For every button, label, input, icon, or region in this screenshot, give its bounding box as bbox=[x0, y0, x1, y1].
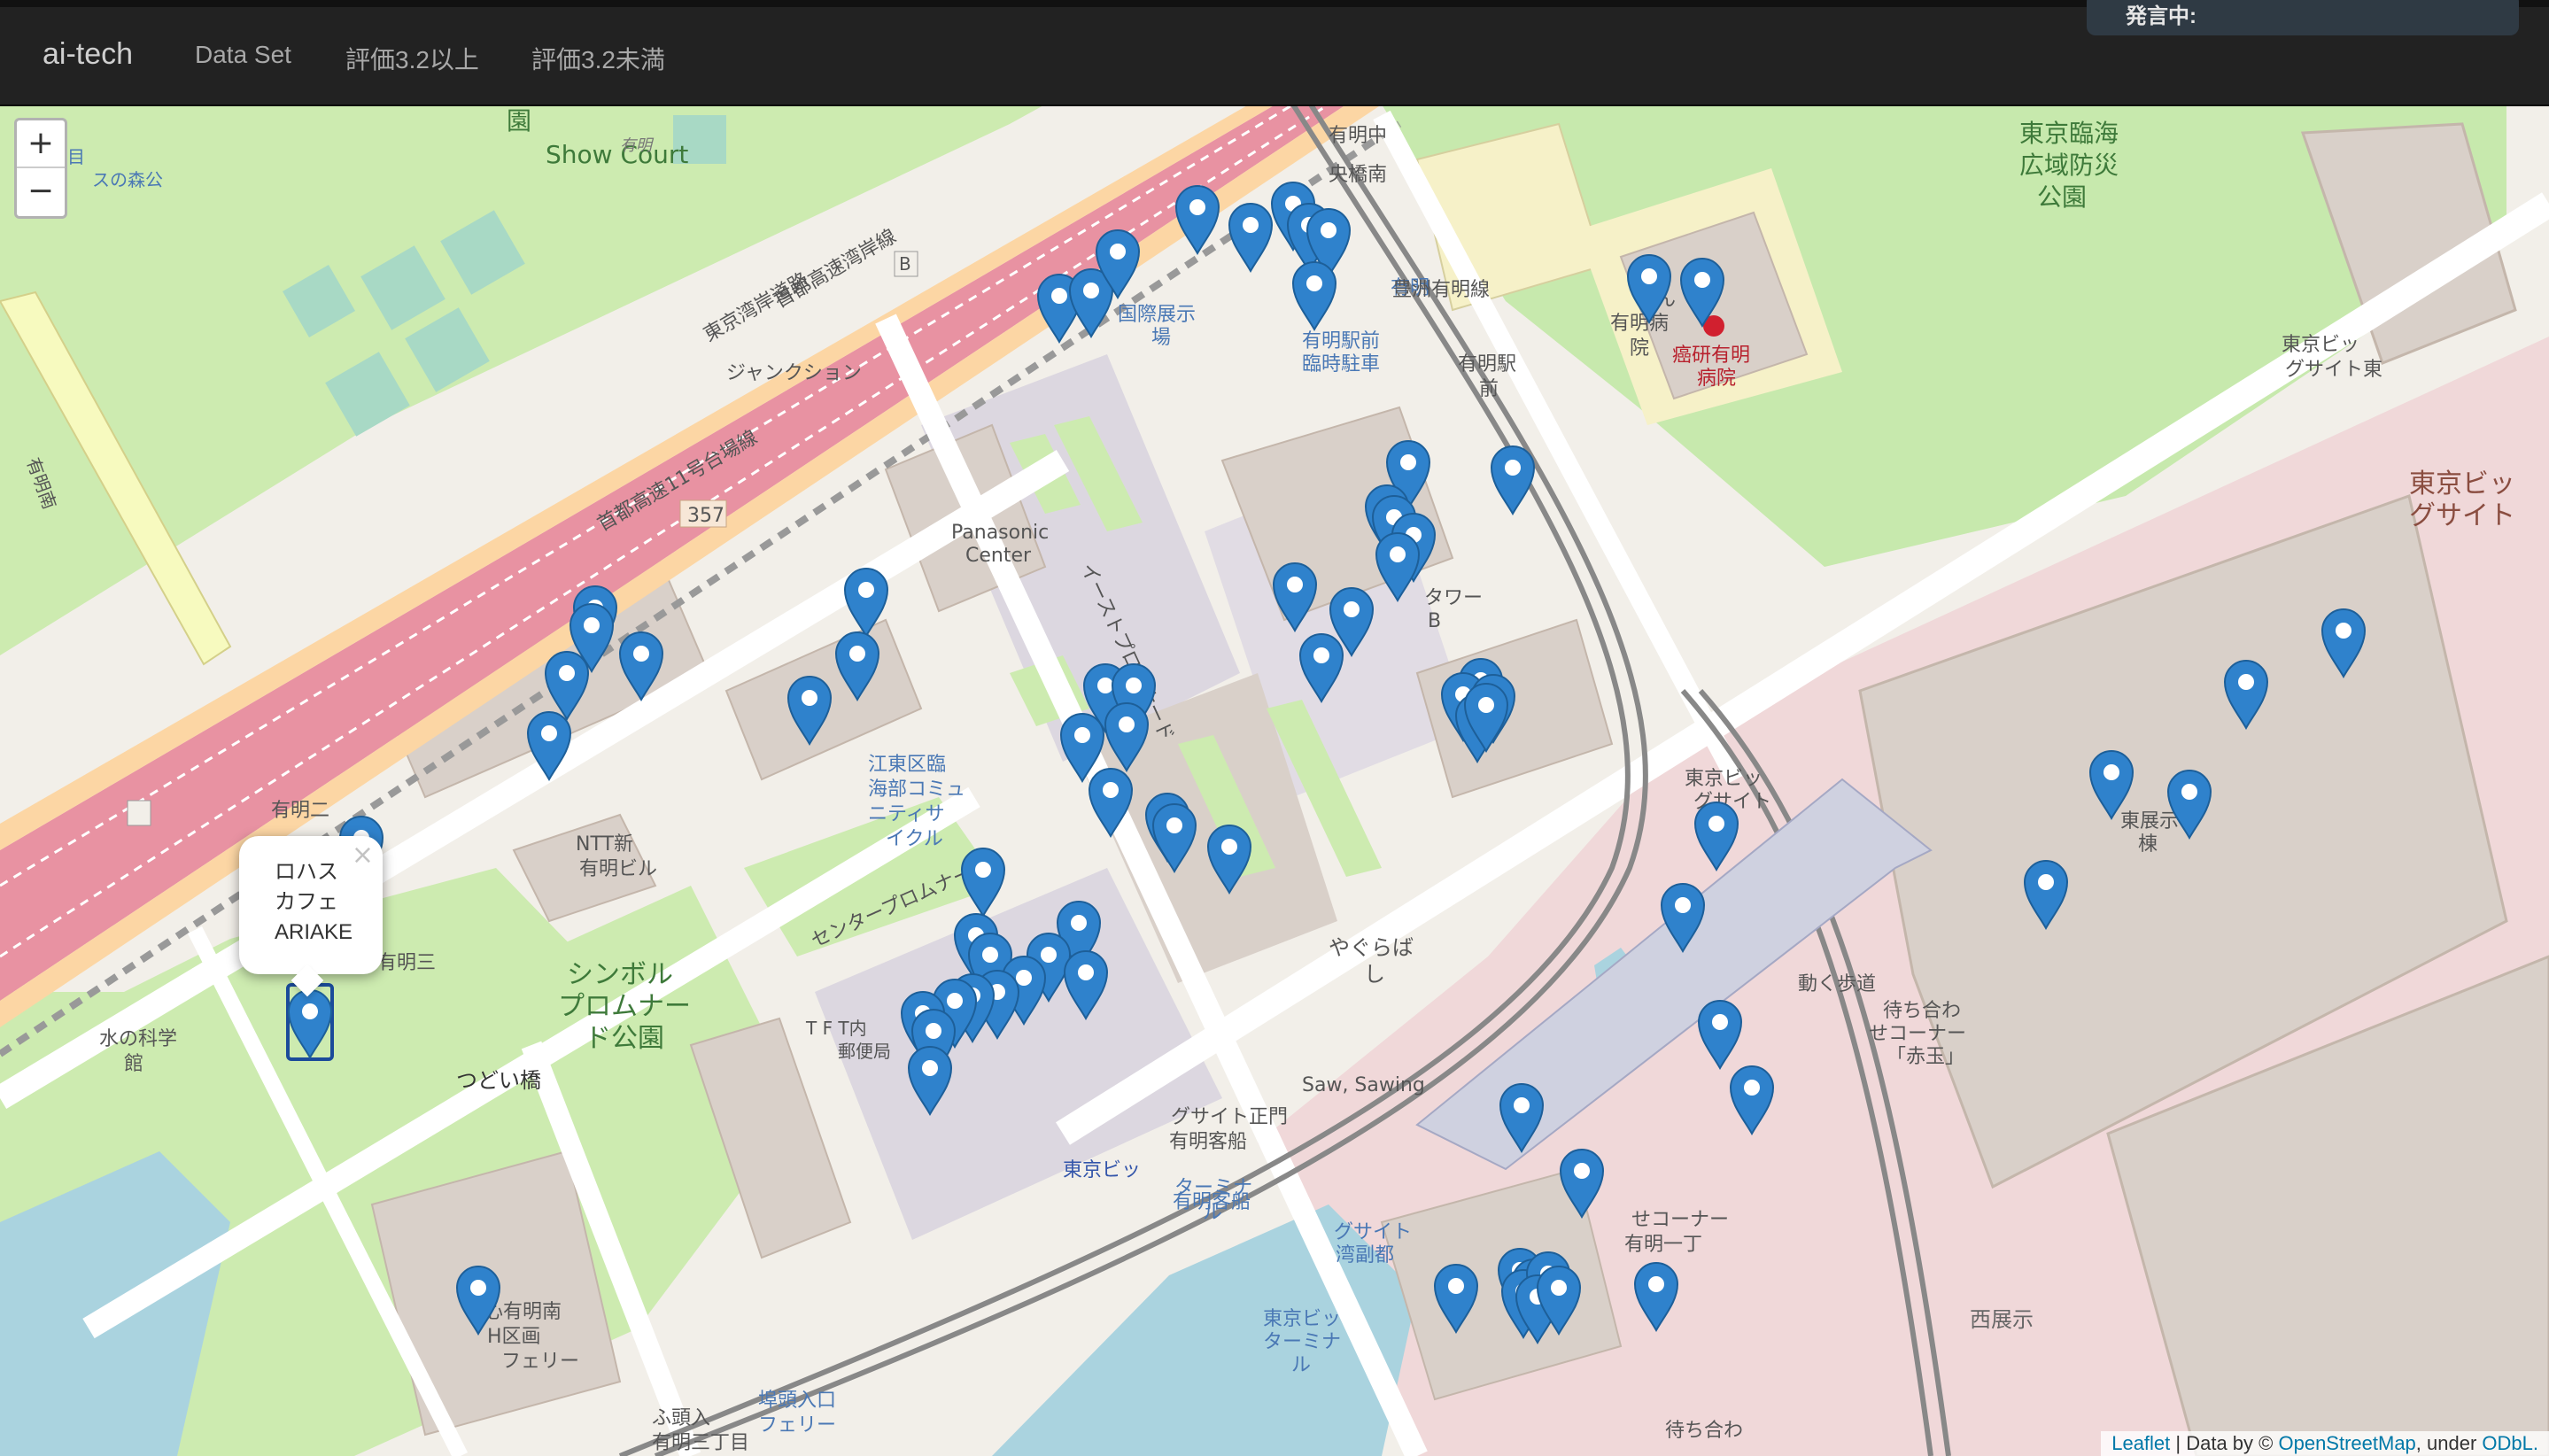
label-ariake-st2: 有明駅 bbox=[1458, 353, 1516, 376]
label-panasonic: Panasonic bbox=[951, 522, 1049, 544]
label-passenger2: ターミナ bbox=[1263, 1331, 1341, 1353]
speaking-indicator: 発言中: bbox=[2087, 0, 2519, 35]
label-west-hall: 待ち合わ bbox=[1665, 1420, 1743, 1442]
label-water-science2: 館 bbox=[124, 1053, 143, 1075]
label-koto3: ニティサ bbox=[868, 803, 945, 825]
label-park-building2: B bbox=[1428, 610, 1441, 632]
label-tft: T F T内 bbox=[805, 1018, 867, 1039]
label-yagura: やぐらば bbox=[1329, 935, 1414, 960]
label-passenger-b: 東京ビッ bbox=[1263, 1308, 1341, 1330]
label-meet-w1: せコーナー bbox=[1631, 1209, 1729, 1231]
label-saw: Saw, Sawing bbox=[1302, 1074, 1425, 1096]
label-main-gate: グサイト正門 bbox=[1171, 1106, 1288, 1128]
marker-popup: × ロハス カフェ ARIAKE bbox=[239, 836, 383, 997]
label-chuo2: 央橋南 bbox=[1329, 164, 1387, 186]
label-koto1: 江東区臨 bbox=[868, 754, 946, 776]
label-parking: 有明駅前 bbox=[1302, 330, 1380, 352]
zoom-control: + − bbox=[14, 118, 67, 219]
nav-link-rating-low[interactable]: 評価3.2未満 bbox=[531, 41, 665, 76]
nav-link-rating-high[interactable]: 評価3.2以上 bbox=[345, 41, 479, 76]
label-ntt2: 有明ビル bbox=[579, 858, 657, 880]
label-east-hall: 東展示 bbox=[2120, 810, 2179, 833]
label-route-357: 357 bbox=[687, 505, 724, 527]
brand-link[interactable]: ai-tech bbox=[43, 37, 133, 72]
attribution-text: | Data by © bbox=[2170, 1432, 2279, 1454]
label-ariake-jct: ジャンクション bbox=[726, 362, 862, 384]
label-meet3: 「赤玉」 bbox=[1887, 1046, 1964, 1068]
map-container[interactable]: 東京臨海 広域防災 公園 東京ビッ グサイト ジャンクション 東京湾岸道路 首都… bbox=[0, 105, 2549, 1456]
label-passenger: 有明客船 bbox=[1173, 1191, 1251, 1213]
label-ferry2: フェリー bbox=[758, 1414, 836, 1437]
label-symbol2: プロムナー bbox=[558, 991, 691, 1022]
map-attribution: Leaflet | Data by © OpenStreetMap, under… bbox=[2101, 1431, 2549, 1456]
label-cancer-hospital: 癌研有明 bbox=[1672, 345, 1750, 367]
osm-link[interactable]: OpenStreetMap bbox=[2278, 1432, 2415, 1454]
label-bigsight-st: 東京ビッ bbox=[1685, 768, 1763, 790]
label-kokusai: 国際展示 bbox=[1118, 304, 1196, 326]
label-b1: B bbox=[899, 253, 911, 275]
label-ferry: 埠頭入口 bbox=[758, 1390, 836, 1412]
label-moving-walk: 動く歩道 bbox=[1798, 973, 1876, 995]
label-ariake3-chome: 西展示 bbox=[1970, 1307, 2034, 1332]
zoom-out-button[interactable]: − bbox=[17, 168, 65, 214]
label-passenger3: ル bbox=[1291, 1354, 1311, 1376]
label-bigsight-bus3: 湾副都 bbox=[1336, 1244, 1394, 1266]
label-center: Center bbox=[965, 545, 1032, 567]
popup-line: ロハス bbox=[275, 860, 338, 884]
leaflet-link[interactable]: Leaflet bbox=[2111, 1432, 2170, 1454]
label-bigsight-east: 東京ビッ bbox=[2282, 334, 2359, 356]
label-koto4: イクル bbox=[886, 828, 943, 850]
label-water-science: 水の科学 bbox=[99, 1028, 177, 1050]
label-bigsight-bus: 東京ビッ bbox=[1063, 1159, 1141, 1181]
label-forest: 園 bbox=[507, 106, 531, 136]
label-forest2: Show Court bbox=[546, 140, 688, 169]
label-park: 東京臨海 bbox=[2019, 119, 2119, 148]
label-bigsight-bus2: グサイト bbox=[1334, 1221, 1412, 1243]
label-bigsight-east2: グサイト東 bbox=[2285, 359, 2382, 381]
label-bay-sub2: H区画 bbox=[487, 1326, 541, 1348]
popup-line: ARIAKE bbox=[275, 920, 353, 944]
label-park-building: タワー bbox=[1424, 587, 1483, 609]
label-park2: 広域防災 bbox=[2019, 151, 2119, 180]
label-meet2: せコーナー bbox=[1869, 1023, 1966, 1045]
label-gan3: 院 bbox=[1630, 337, 1649, 360]
label-chuo: 有明中 bbox=[1329, 125, 1387, 147]
popup-content: ロハス カフェ ARIAKE bbox=[275, 857, 372, 948]
label-post: 郵便局 bbox=[838, 1041, 891, 1062]
label-east-hall2: 棟 bbox=[2138, 833, 2158, 856]
label-symbol3: ド公園 bbox=[585, 1023, 664, 1054]
speaking-label: 発言中: bbox=[2126, 4, 2196, 28]
label-main-gate2: 有明客船 bbox=[1169, 1131, 1247, 1153]
label-ariake-top: 豊洲有明線 bbox=[1392, 279, 1490, 301]
label-ariake1b: スの森公 bbox=[92, 169, 163, 190]
popup-line: カフェ bbox=[275, 890, 338, 914]
label-ntt: NTT新 bbox=[576, 833, 633, 856]
label-ferry4: 有明三丁目 bbox=[652, 1432, 749, 1454]
label-ariake1: 目 bbox=[67, 146, 85, 167]
label-park3: 公園 bbox=[2037, 182, 2087, 212]
label-bigsight: 東京ビッ bbox=[2409, 469, 2515, 500]
label-yagura2: し bbox=[1364, 962, 1385, 987]
label-meet1: 待ち合わ bbox=[1883, 1000, 1961, 1022]
label-ariake3: 有明三 bbox=[377, 952, 436, 974]
nav-link-dataset[interactable]: Data Set bbox=[195, 41, 291, 69]
label-gan2: 有明病 bbox=[1610, 313, 1669, 335]
label-ferry3: ふ頭入 bbox=[652, 1407, 710, 1429]
label-tsudoi: つどい橋 bbox=[456, 1068, 541, 1093]
label-meet-w2: 有明一丁 bbox=[1624, 1234, 1702, 1256]
label-kokusai2: 場 bbox=[1151, 327, 1171, 349]
label-bay-sub3: フェリー bbox=[501, 1351, 579, 1373]
label-parking2: 臨時駐車 bbox=[1302, 353, 1380, 376]
label-cancer-hospital2: 病院 bbox=[1697, 368, 1736, 390]
odbl-link[interactable]: ODbL. bbox=[2482, 1432, 2538, 1454]
zoom-in-button[interactable]: + bbox=[17, 120, 65, 168]
label-show-court: 有明 bbox=[620, 136, 655, 155]
label-ariake2: 有明二 bbox=[271, 800, 329, 822]
map-tiles[interactable]: 東京臨海 広域防災 公園 東京ビッ グサイト ジャンクション 東京湾岸道路 首都… bbox=[0, 105, 2549, 1456]
label-ariake-st3: 前 bbox=[1479, 378, 1499, 400]
attribution-under: , under bbox=[2415, 1432, 2483, 1454]
label-bigsight2: グサイト bbox=[2409, 500, 2515, 531]
label-symbol1: シンボル bbox=[567, 959, 673, 990]
label-koto2: 海部コミュ bbox=[868, 778, 965, 801]
